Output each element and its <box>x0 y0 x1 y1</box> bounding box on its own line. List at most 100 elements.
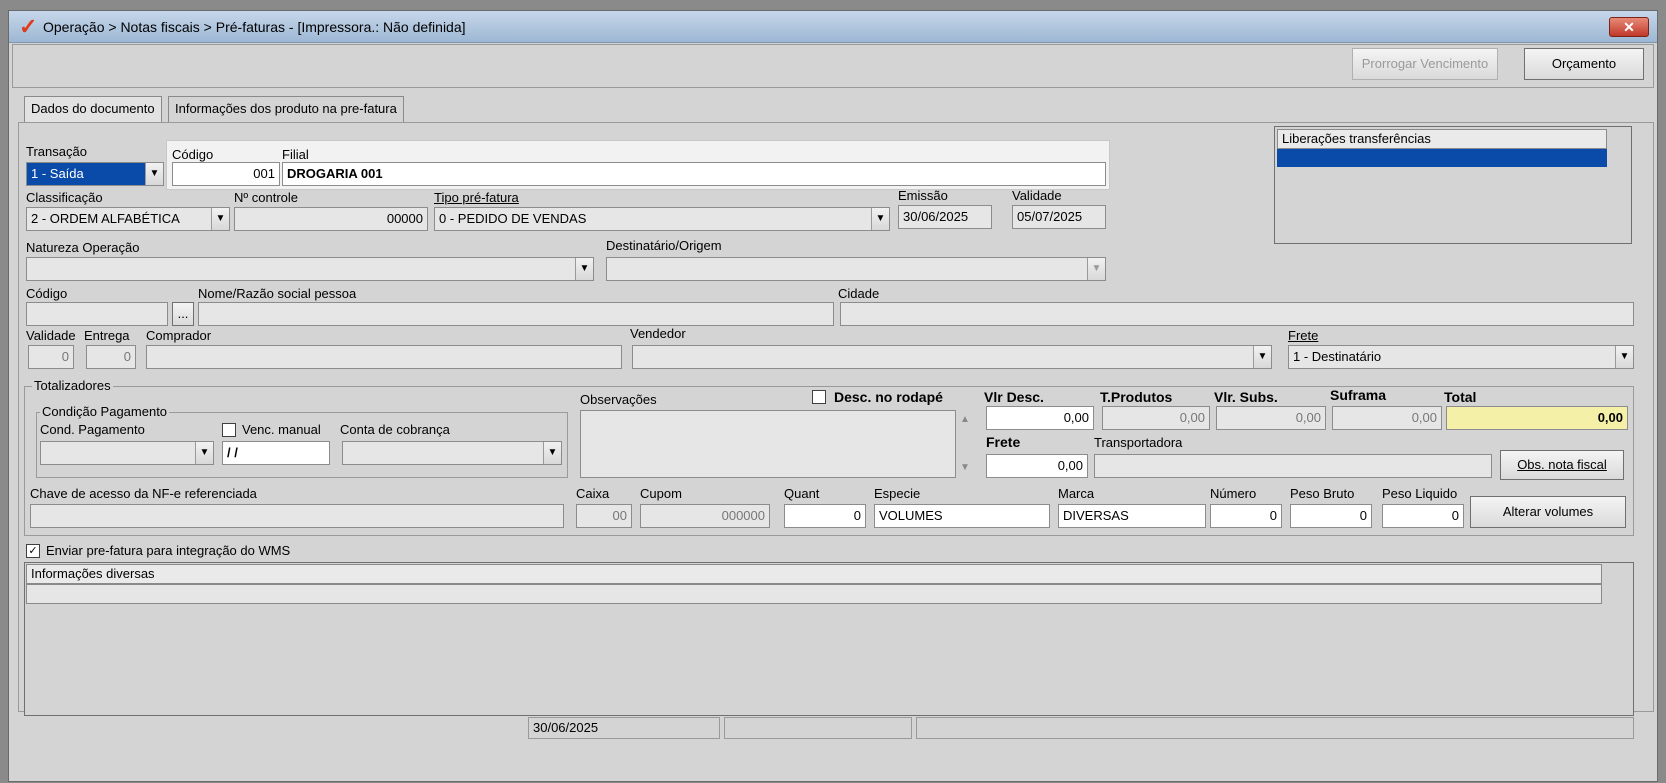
chevron-down-icon[interactable]: ▼ <box>543 442 561 464</box>
observacoes-textarea[interactable] <box>580 410 956 478</box>
vlr-subs-field[interactable]: 0,00 <box>1216 406 1326 430</box>
entrega-field[interactable]: 0 <box>86 345 136 369</box>
chevron-down-icon[interactable]: ▼ <box>1615 346 1633 368</box>
suframa-label: Suframa <box>1330 387 1387 403</box>
status-panel-2 <box>724 717 912 739</box>
caixa-field[interactable]: 00 <box>576 504 632 528</box>
chave-acesso-field[interactable] <box>30 504 564 528</box>
observacoes-label: Observações <box>580 392 657 407</box>
informacoes-diversas-textarea[interactable] <box>26 584 1602 604</box>
status-panel-3 <box>916 717 1634 739</box>
classificacao-select[interactable]: 2 - ORDEM ALFABÉTICA ▼ <box>26 207 230 231</box>
classificacao-value: 2 - ORDEM ALFABÉTICA <box>31 211 180 226</box>
cupom-label: Cupom <box>640 486 682 501</box>
alterar-volumes-button[interactable]: Alterar volumes <box>1470 496 1626 528</box>
liberacoes-list[interactable]: Liberações transferências <box>1274 126 1632 244</box>
validade-field[interactable]: 05/07/2025 <box>1012 205 1106 229</box>
venc-manual-checkbox[interactable] <box>222 423 236 437</box>
obs-nota-fiscal-button[interactable]: Obs. nota fiscal <box>1500 450 1624 480</box>
pessoa-search-button[interactable]: ... <box>172 302 194 326</box>
chevron-down-icon[interactable]: ▼ <box>871 208 889 230</box>
frete-select[interactable]: 1 - Destinatário ▼ <box>1288 345 1634 369</box>
chevron-down-icon[interactable]: ▼ <box>1253 346 1271 368</box>
codigo-field[interactable]: 001 <box>172 162 280 186</box>
prorrogar-vencimento-button[interactable]: Prorrogar Vencimento <box>1352 48 1498 80</box>
desc-rodape-label: Desc. no rodapé <box>834 389 943 405</box>
controle-label: Nº controle <box>234 190 298 205</box>
tprodutos-field[interactable]: 0,00 <box>1102 406 1210 430</box>
chevron-down-icon[interactable]: ▼ <box>195 442 213 464</box>
close-button[interactable]: ✕ <box>1609 17 1649 37</box>
transacao-value: 1 - Saída <box>31 166 84 181</box>
emissao-label: Emissão <box>898 188 948 203</box>
liberacoes-selected-row[interactable] <box>1277 149 1607 167</box>
comprador-label: Comprador <box>146 328 212 343</box>
orcamento-button[interactable]: Orçamento <box>1524 48 1644 80</box>
destinatario-select[interactable]: ▼ <box>606 257 1106 281</box>
pessoa-codigo-field[interactable] <box>26 302 168 326</box>
desc-rodape-checkbox[interactable] <box>812 390 826 404</box>
natureza-operacao-select[interactable]: ▼ <box>26 257 594 281</box>
venc-manual-label: Venc. manual <box>242 422 321 437</box>
filial-field[interactable]: DROGARIA 001 <box>282 162 1106 186</box>
frete-valor-field[interactable]: 0,00 <box>986 454 1088 478</box>
cond-pagamento-label: Cond. Pagamento <box>40 422 145 437</box>
tipo-prefatura-select[interactable]: 0 - PEDIDO DE VENDAS ▼ <box>434 207 890 231</box>
tipo-prefatura-label: Tipo pré-fatura <box>434 190 519 205</box>
frete-label: Frete <box>1288 328 1319 343</box>
peso-bruto-field[interactable]: 0 <box>1290 504 1372 528</box>
classificacao-label: Classificação <box>26 190 103 205</box>
informacoes-diversas-header: Informações diversas <box>26 564 1602 584</box>
numero-field[interactable]: 0 <box>1210 504 1282 528</box>
marca-field[interactable]: DIVERSAS <box>1058 504 1206 528</box>
transacao-label: Transação <box>26 144 87 159</box>
filial-label: Filial <box>282 147 309 162</box>
transacao-select[interactable]: 1 - Saída ▼ <box>26 162 164 186</box>
peso-liquido-field[interactable]: 0 <box>1382 504 1464 528</box>
controle-field[interactable]: 00000 <box>234 207 428 231</box>
chave-acesso-label: Chave de acesso da NF-e referenciada <box>30 486 257 501</box>
scroll-up-icon[interactable]: ▲ <box>960 414 970 425</box>
peso-liquido-label: Peso Liquido <box>1382 486 1458 501</box>
total-field[interactable]: 0,00 <box>1446 406 1628 430</box>
transportadora-field[interactable] <box>1094 454 1492 478</box>
natureza-operacao-label: Natureza Operação <box>26 240 140 255</box>
suframa-field[interactable]: 0,00 <box>1332 406 1442 430</box>
wms-checkbox[interactable]: ✓ <box>26 544 40 558</box>
cupom-field[interactable]: 000000 <box>640 504 770 528</box>
tab-dados-documento[interactable]: Dados do documento <box>24 96 162 122</box>
emissao-field[interactable]: 30/06/2025 <box>898 205 992 229</box>
caixa-label: Caixa <box>576 486 610 501</box>
vlr-desc-field[interactable]: 0,00 <box>986 406 1094 430</box>
chevron-down-icon[interactable]: ▼ <box>145 163 163 185</box>
quant-field[interactable]: 0 <box>784 504 866 528</box>
validade-dias-label: Validade <box>26 328 76 343</box>
app-logo-icon: ✓ <box>19 14 38 39</box>
peso-bruto-label: Peso Bruto <box>1290 486 1355 501</box>
numero-label: Número <box>1210 486 1257 501</box>
comprador-field[interactable] <box>146 345 622 369</box>
cond-pagamento-select[interactable]: ▼ <box>40 441 214 465</box>
nome-field[interactable] <box>198 302 834 326</box>
conta-cobranca-select[interactable]: ▼ <box>342 441 562 465</box>
especie-field[interactable]: VOLUMES <box>874 504 1050 528</box>
wms-label: Enviar pre-fatura para integração do WMS <box>46 543 291 558</box>
vendedor-select[interactable]: ▼ <box>632 345 1272 369</box>
window-title: Operação > Notas fiscais > Pré-faturas -… <box>43 19 466 35</box>
tprodutos-label: T.Produtos <box>1100 389 1173 405</box>
scroll-down-icon[interactable]: ▼ <box>960 462 970 473</box>
pessoa-codigo-label: Código <box>26 286 68 301</box>
tab-informacoes-produto[interactable]: Informações dos produto na pre-fatura <box>168 96 404 122</box>
totalizadores-label: Totalizadores <box>32 378 113 393</box>
chevron-down-icon[interactable]: ▼ <box>211 208 229 230</box>
validade-label: Validade <box>1012 188 1062 203</box>
vencimento-field[interactable]: / / <box>222 441 330 465</box>
marca-label: Marca <box>1058 486 1095 501</box>
chevron-down-icon[interactable]: ▼ <box>575 258 593 280</box>
vlr-desc-label: Vlr Desc. <box>984 389 1044 405</box>
conta-cobranca-label: Conta de cobrança <box>340 422 450 437</box>
validade-dias-field[interactable]: 0 <box>28 345 74 369</box>
nome-label: Nome/Razão social pessoa <box>198 286 357 301</box>
cidade-field[interactable] <box>840 302 1634 326</box>
chevron-down-icon[interactable]: ▼ <box>1087 258 1105 280</box>
